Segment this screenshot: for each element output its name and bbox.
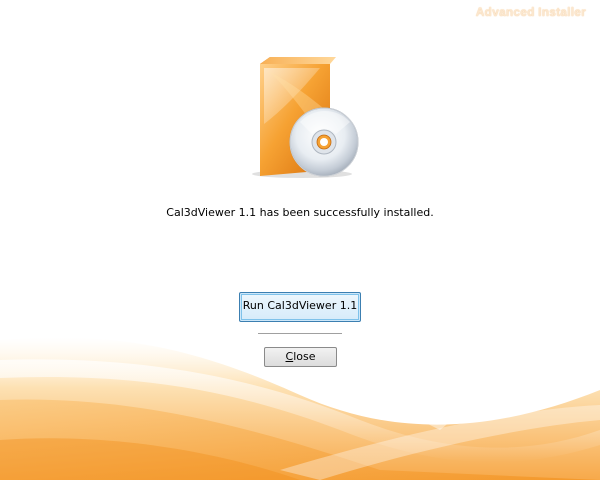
button-divider [258,333,342,335]
advanced-installer-brand: Advanced Installer [475,5,586,19]
install-success-message: Cal3dViewer 1.1 has been successfully in… [166,206,434,219]
software-box-with-cd-icon [252,57,359,178]
close-button[interactable]: Close [264,347,337,367]
run-application-button[interactable]: Run Cal3dViewer 1.1 [239,292,361,322]
close-label: lose [293,350,316,363]
